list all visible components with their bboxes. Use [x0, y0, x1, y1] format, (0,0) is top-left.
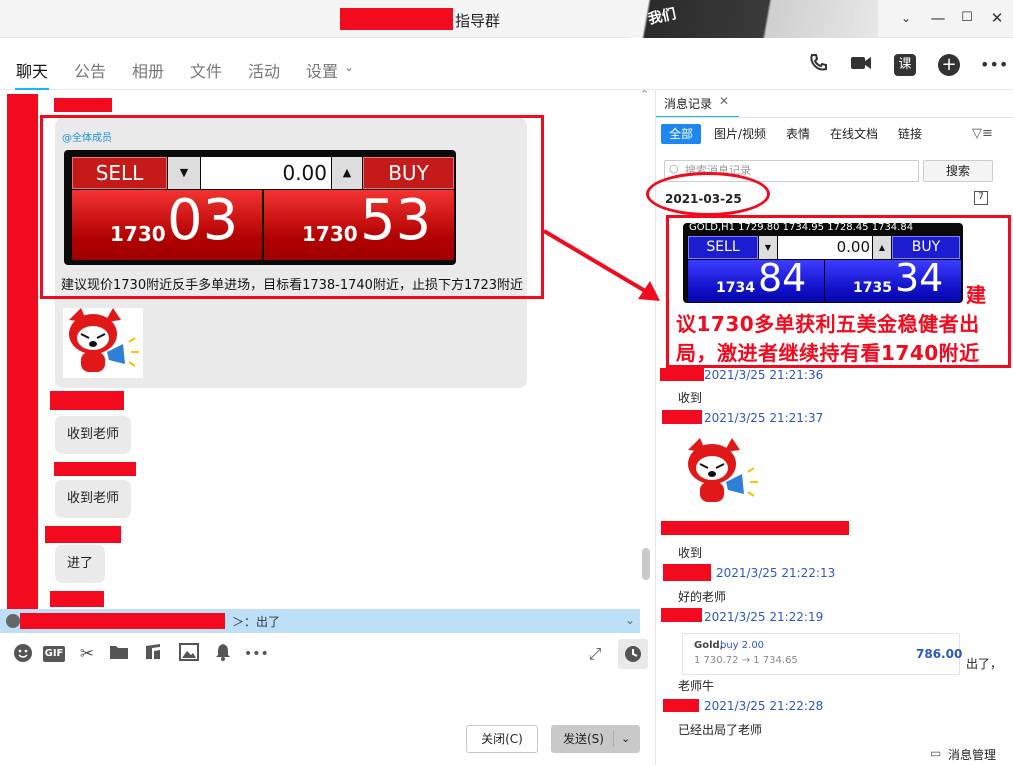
divider: [613, 731, 614, 747]
redacted-group-name: [340, 8, 453, 30]
history-tab-label[interactable]: 消息记录: [664, 95, 712, 112]
tab-album[interactable]: 相册: [132, 58, 164, 82]
highlight-circle: [646, 172, 770, 216]
banner-image: 我们: [628, 0, 878, 38]
tab-announcement[interactable]: 公告: [74, 58, 106, 82]
tab-bar: 聊天 公告 相册 文件 活动 设置 ⌄ 课 + •••: [0, 38, 1013, 90]
redacted-sender-name: [50, 591, 104, 607]
minimize-icon[interactable]: —: [928, 8, 948, 28]
message-bubble: 收到老师: [55, 416, 132, 454]
message-time: 2021/3/25 21:22:13: [716, 566, 836, 580]
card-route: 1 730.72 → 1 734.65: [694, 655, 798, 666]
new-message-bar[interactable]: ＞：出了 ⌄: [0, 609, 640, 633]
tab-files[interactable]: 文件: [190, 58, 222, 82]
collapse-icon[interactable]: ⌃: [640, 90, 649, 101]
redacted-sender-name: [54, 462, 136, 476]
message-text: 老师牛: [678, 679, 715, 693]
folder-icon[interactable]: [108, 643, 130, 665]
redacted-sender-name: [660, 368, 704, 381]
trade-card-image: Gold, buy 2.00 1 730.72 → 1 734.65 786.0…: [682, 633, 963, 675]
redacted-sender-name: [20, 613, 225, 629]
search-button[interactable]: 搜索: [923, 160, 993, 182]
redacted-sender-name: [661, 608, 702, 622]
calendar-icon[interactable]: 7: [974, 191, 988, 205]
message-time: 2021/3/25 21:21:37: [704, 411, 824, 425]
filter-media[interactable]: 图片/视频: [714, 124, 766, 144]
tab-activity[interactable]: 活动: [248, 58, 280, 82]
emoji-icon[interactable]: [12, 643, 34, 665]
card-profit: 786.00: [916, 647, 963, 661]
message-text: 出了，: [966, 657, 1003, 671]
search-icon: ○: [669, 162, 679, 175]
close-icon[interactable]: ✕: [987, 8, 1007, 28]
redacted-sender-name: [663, 699, 699, 712]
filter-docs[interactable]: 在线文档: [830, 124, 878, 144]
message-text: 收到: [678, 391, 703, 405]
chat-area[interactable]: ⌃ @全体成员 SELL ▼ 0.00 ▲ BUY 1730 03 1730 5…: [0, 90, 655, 636]
divider: [656, 117, 1013, 118]
redacted-sender-name: [661, 521, 849, 535]
highlight-box: [40, 115, 544, 299]
history-clock-icon[interactable]: [618, 639, 648, 669]
overlay-text: 建议1730多单获利五美金稳健者出局，激进者继续持有看1740附近: [676, 283, 987, 365]
card-side: buy 2.00: [720, 640, 765, 651]
phone-icon[interactable]: [805, 52, 831, 78]
music-icon[interactable]: [142, 643, 164, 665]
close-button[interactable]: 关闭(C): [466, 725, 538, 753]
redacted-sender-name: [50, 391, 124, 410]
fox-sticker: [682, 438, 762, 510]
send-label: 发送(S): [563, 732, 604, 746]
filter-stickers[interactable]: 表情: [786, 124, 810, 144]
filter-links[interactable]: 链接: [898, 124, 922, 144]
filter-icon[interactable]: ▽≡: [972, 126, 993, 141]
chat-scrollbar[interactable]: [642, 548, 650, 580]
avatar: [6, 614, 20, 628]
message-text: 好的老师: [678, 590, 727, 604]
expand-icon[interactable]: ⤢: [584, 643, 606, 665]
arrow-annotation: [542, 229, 660, 301]
fox-sticker: [63, 308, 143, 378]
window-title: 指导群: [455, 12, 501, 30]
redacted-sender-name: [663, 564, 711, 581]
input-toolbar: GIF ✂ ••• ⤢: [0, 636, 655, 672]
message-manage-link[interactable]: 消息管理: [948, 746, 996, 763]
message-time: 2021/3/25 21:22:19: [704, 610, 824, 624]
title-bar: 指导群 我们 ⌄ — ☐ ✕: [0, 0, 1013, 38]
add-icon[interactable]: +: [938, 54, 960, 76]
scissors-icon[interactable]: ✂: [76, 643, 98, 665]
message-text: 收到: [678, 546, 703, 560]
bell-icon[interactable]: [212, 643, 234, 665]
redacted-avatars: [7, 94, 38, 631]
more-icon[interactable]: •••: [980, 52, 1008, 78]
message-time: 2021/3/25 21:22:28: [704, 699, 824, 713]
send-button[interactable]: 发送(S) ⌄: [551, 725, 640, 753]
tab-settings[interactable]: 设置: [306, 58, 338, 82]
chevron-down-icon[interactable]: ⌄: [344, 60, 354, 74]
lesson-icon[interactable]: 课: [894, 54, 916, 76]
message-text: 已经出局了老师: [678, 723, 763, 737]
redacted-sender-name: [54, 98, 112, 112]
maximize-icon[interactable]: ☐: [957, 8, 977, 28]
chevron-down-icon[interactable]: ⌄: [625, 613, 635, 627]
video-icon[interactable]: [848, 52, 874, 78]
close-icon[interactable]: ✕: [719, 94, 729, 108]
tab-chat[interactable]: 聊天: [16, 58, 48, 82]
image-icon[interactable]: [178, 643, 200, 665]
redacted-sender-name: [662, 410, 702, 424]
chevron-down-icon[interactable]: ⌄: [621, 725, 630, 753]
more-icon[interactable]: •••: [244, 643, 269, 665]
filter-all[interactable]: 全部: [661, 124, 702, 144]
chevron-down-icon[interactable]: ⌄: [896, 8, 916, 28]
message-time: 2021/3/25 21:21:36: [704, 368, 824, 382]
gif-icon[interactable]: GIF: [43, 646, 65, 662]
redacted-sender-name: [45, 526, 121, 543]
chat-bubble-icon: ▭: [930, 746, 942, 760]
message-bubble: 进了: [55, 545, 106, 583]
notify-text: ＞：出了: [232, 615, 281, 629]
message-bubble: 收到老师: [55, 480, 132, 518]
banner-text: 我们: [646, 6, 678, 28]
